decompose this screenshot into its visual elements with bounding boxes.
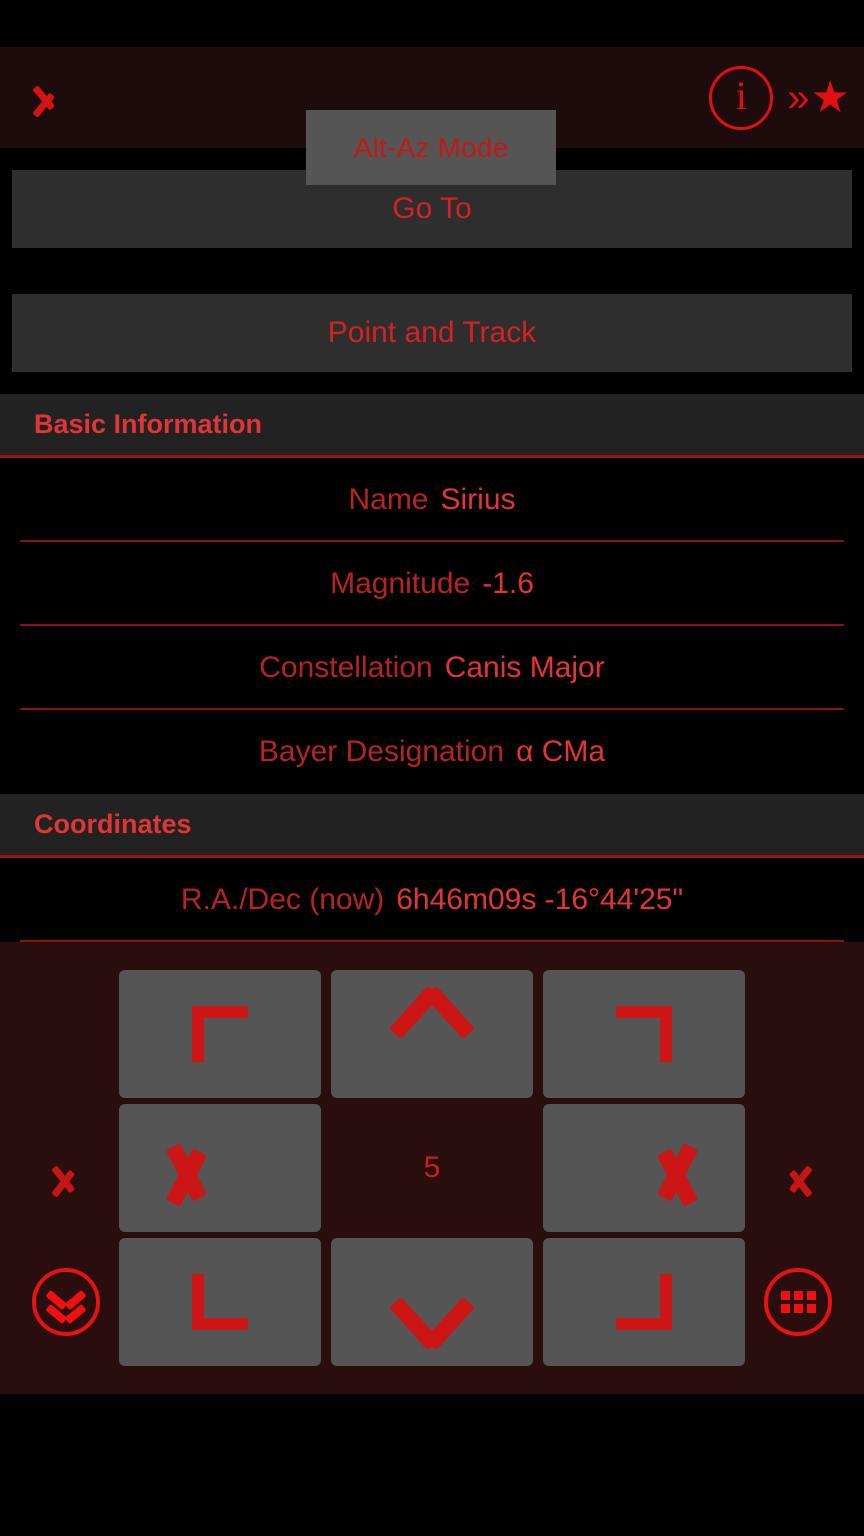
double-chevron-down-icon [45,1285,87,1325]
mode-toggle-button[interactable]: Alt-Az Mode [306,110,556,185]
section-header-basic-information: Basic Information [0,394,864,458]
dpad-prev-chevron-left-icon[interactable] [51,1154,82,1202]
back-button[interactable] [0,47,90,148]
double-chevron-right-icon: » [787,75,810,120]
corner-bottom-left-icon [192,1274,248,1330]
direction-pad-area: 5 [0,942,864,1394]
chevron-left-icon [165,1132,256,1207]
point-and-track-button[interactable]: Point and Track [12,294,852,372]
favorites-button[interactable]: » ★ [787,72,850,122]
chevron-right-icon [608,1132,699,1207]
dpad-down-button[interactable] [331,1238,533,1366]
dpad-cell [331,967,533,1101]
dpad-cell [543,967,745,1101]
row-value: -1.6 [482,567,534,600]
dpad-cell [119,1235,321,1369]
info-row-bayer-designation: Bayer Designation α CMa [0,710,864,794]
dpad-next-chevron-right-icon[interactable] [782,1154,813,1202]
corner-bottom-right-icon [616,1274,672,1330]
dpad-cell: 5 [331,1101,533,1235]
row-label: Magnitude [330,567,471,600]
info-row-constellation: Constellation Canis Major [0,626,864,710]
info-row-name: Name Sirius [0,458,864,542]
section-header-coordinates: Coordinates [0,794,864,858]
dpad-left-button[interactable] [119,1104,321,1232]
spacer-bottom [0,372,864,394]
dpad-cell [543,1101,745,1235]
grid-icon [780,1291,816,1313]
star-icon: ★ [810,72,850,122]
spacer-mid [0,248,864,294]
row-value: Canis Major [444,651,605,684]
dpad-up-right-button[interactable] [543,970,745,1098]
chevron-down-icon [389,1266,475,1351]
top-bar: Alt-Az Mode i » ★ [0,47,864,185]
app-root: Alt-Az Mode i » ★ Go To Point and Track … [0,0,864,1536]
dpad-up-left-button[interactable] [119,970,321,1098]
row-value: α CMa [516,735,606,768]
bottom-filler [0,1394,864,1536]
dpad-down-right-button[interactable] [543,1238,745,1366]
dpad-cell [331,1235,533,1369]
corner-top-right-icon [616,1006,672,1062]
info-row-ra-dec: R.A./Dec (now) 6h46m09s -16°44'25" [0,858,864,942]
info-glyph: i [735,73,747,118]
dpad-cell [543,1235,745,1369]
corner-top-left-icon [192,1006,248,1062]
row-label: Constellation [259,651,433,684]
info-row-magnitude: Magnitude -1.6 [0,542,864,626]
dpad-up-button[interactable] [331,970,533,1098]
direction-pad-grid: 5 [119,967,745,1369]
row-label: R.A./Dec (now) [180,883,385,916]
dpad-right-button[interactable] [543,1104,745,1232]
grid-menu-button[interactable] [764,1268,832,1336]
row-value: 6h46m09s -16°44'25" [396,883,684,916]
info-icon[interactable]: i [709,65,774,130]
dpad-cell [119,967,321,1101]
chevron-left-icon [32,75,58,121]
status-bar [0,0,864,47]
top-bar-right-group: i » ★ [709,47,850,148]
dpad-down-left-button[interactable] [119,1238,321,1366]
row-label: Bayer Designation [258,735,505,768]
row-label: Name [348,483,429,516]
object-info-panel: Basic Information Name Sirius Magnitude … [0,394,864,942]
dpad-speed-indicator[interactable]: 5 [331,1104,533,1232]
dpad-cell [119,1101,321,1235]
collapse-panel-button[interactable] [32,1268,100,1336]
chevron-up-icon [389,985,475,1070]
row-value: Sirius [440,483,516,516]
